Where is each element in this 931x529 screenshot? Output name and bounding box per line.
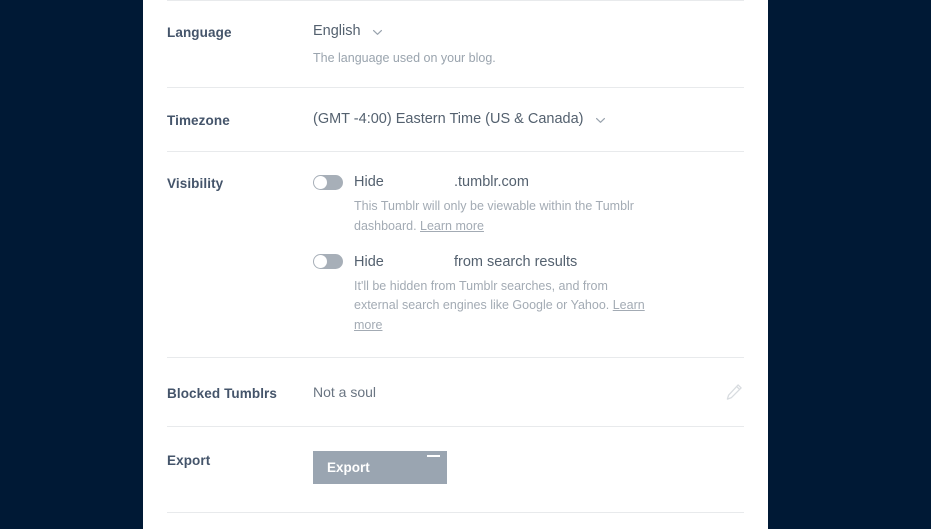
toggle-hide-blog[interactable] <box>313 174 343 190</box>
export-button-notch <box>427 455 440 457</box>
toggle-suffix-hide-blog: .tumblr.com <box>454 174 529 191</box>
learn-more-link-hide-blog[interactable]: Learn more <box>420 219 484 233</box>
setting-row-timezone: Timezone (GMT -4:00) Eastern Time (US & … <box>167 88 744 151</box>
settings-page: Language English The language used on yo… <box>0 0 931 529</box>
label-timezone: Timezone <box>167 113 230 129</box>
settings-card: Language English The language used on yo… <box>143 0 768 529</box>
toggle-suffix-hide-search: from search results <box>454 253 578 270</box>
setting-row-language: Language English The language used on yo… <box>167 1 744 87</box>
setting-row-visibility: Visibility Hide .tumblr.com This Tumblr … <box>167 152 744 357</box>
hint-hide-blog-text: This Tumblr will only be viewable within… <box>354 199 634 233</box>
hint-hide-blog: This Tumblr will only be viewable within… <box>354 197 654 236</box>
chevron-down-icon <box>594 114 607 127</box>
label-visibility: Visibility <box>167 176 224 192</box>
label-export: Export <box>167 453 211 468</box>
chevron-down-icon <box>371 26 384 39</box>
timezone-dropdown[interactable]: (GMT -4:00) Eastern Time (US & Canada) <box>313 111 744 127</box>
toggle-prefix-hide-search: Hide <box>354 253 384 270</box>
card-footer: Delete account <box>167 513 744 529</box>
label-language: Language <box>167 25 232 40</box>
setting-row-export: Export Export <box>167 427 744 512</box>
toggle-line-hide-blog: Hide .tumblr.com <box>313 174 744 190</box>
language-hint: The language used on your blog. <box>313 51 496 65</box>
blocked-tumblrs-value: Not a soul <box>313 384 377 400</box>
pencil-icon[interactable] <box>724 382 744 402</box>
toggle-knob <box>314 255 327 269</box>
toggle-knob <box>314 175 327 189</box>
toggle-line-hide-search: Hide from search results <box>313 254 744 270</box>
toggle-hide-search[interactable] <box>313 254 343 270</box>
timezone-value: (GMT -4:00) Eastern Time (US & Canada) <box>313 111 584 128</box>
hint-hide-search: It'll be hidden from Tumblr searches, an… <box>354 277 654 335</box>
language-value: English <box>313 23 361 39</box>
label-blocked-tumblrs: Blocked Tumblrs <box>167 385 278 401</box>
toggle-prefix-hide-blog: Hide <box>354 174 384 191</box>
visibility-option-hide-blog: Hide .tumblr.com This Tumblr will only b… <box>313 174 744 236</box>
visibility-option-hide-search: Hide from search results It'll be hidden… <box>313 254 744 335</box>
language-dropdown[interactable]: English <box>313 23 744 39</box>
setting-row-blocked-tumblrs: Blocked Tumblrs Not a soul <box>167 358 744 426</box>
hint-hide-search-text: It'll be hidden from Tumblr searches, an… <box>354 278 613 313</box>
